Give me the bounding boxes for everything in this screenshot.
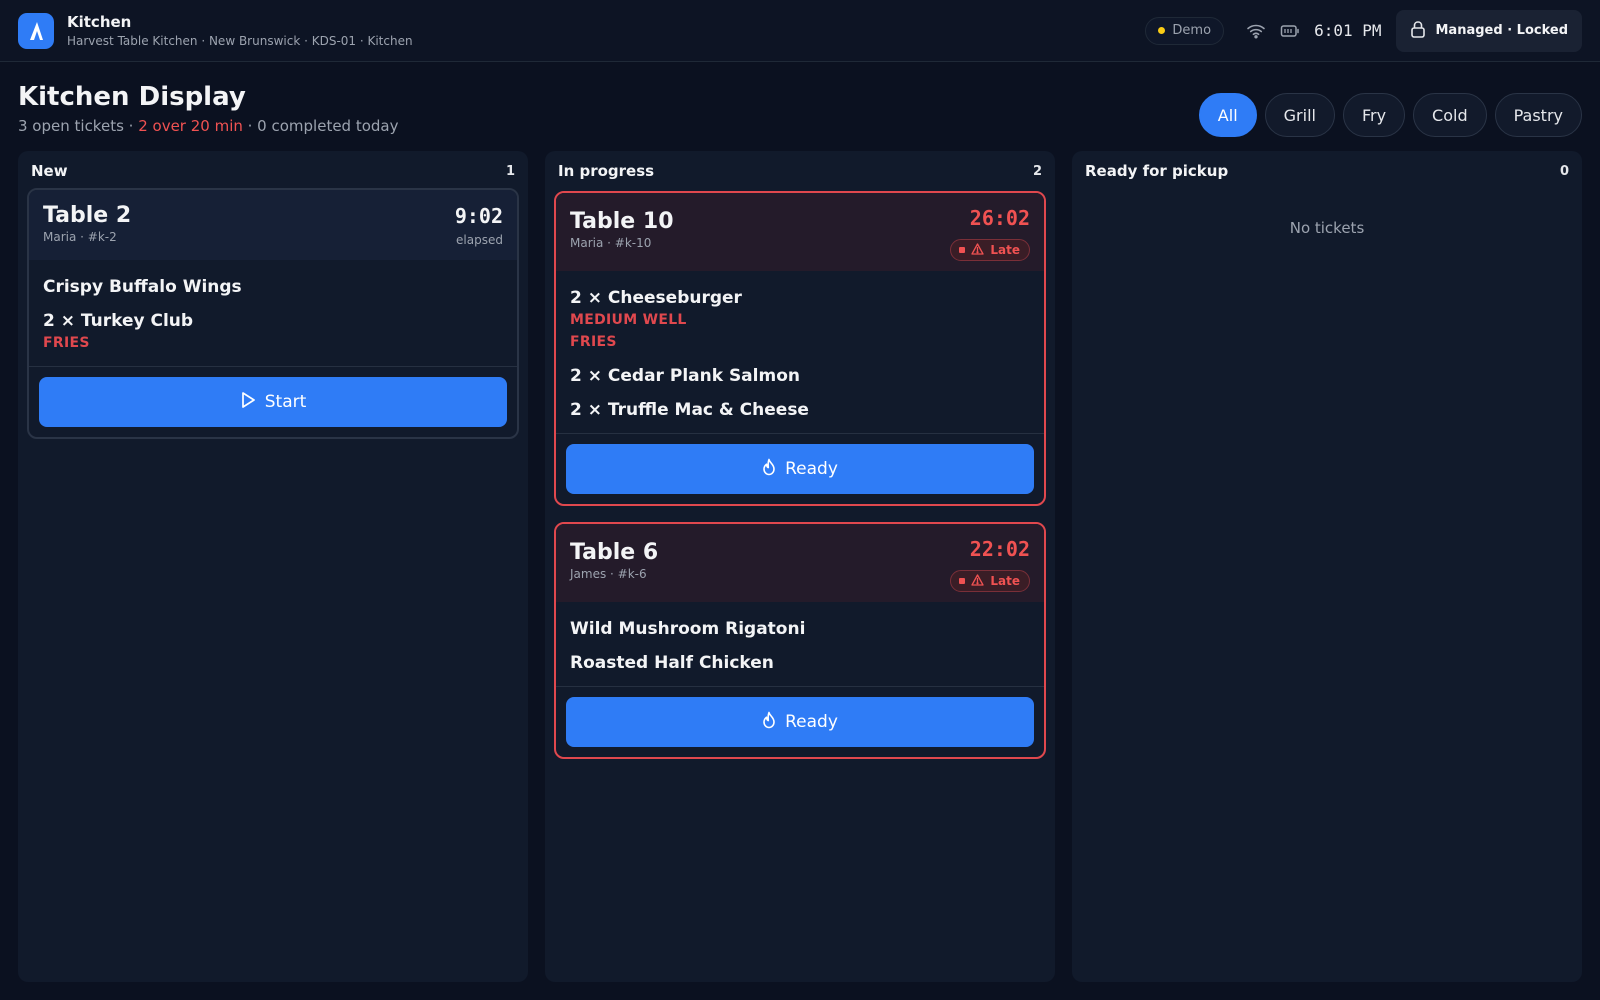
ready-button-label: Ready [785,459,838,479]
lock-icon [1410,20,1426,42]
column-header: New 1 [31,151,515,191]
ticket-item: 2 × Cedar Plank Salmon [570,365,1030,387]
item-name: 2 × Cedar Plank Salmon [570,366,800,386]
ticket-item: 2 × Turkey Club FRIES [43,310,503,354]
column-in-progress: In progress 2 Table 10 Maria · #k-10 26:… [545,151,1055,982]
ticket-timer: 26:02 [969,206,1030,230]
late-badge: Late [950,570,1030,592]
open-tickets-text: 3 open tickets · [18,117,139,135]
managed-label: Managed · Locked [1435,23,1569,38]
flame-icon [762,711,776,734]
app-subtitle: Harvest Table Kitchen · New Brunswick · … [67,34,413,48]
ready-button[interactable]: Ready [566,444,1034,494]
ticket-header: Table 6 James · #k-6 22:02 Late [556,524,1044,602]
ticket-items: 2 × Cheeseburger MEDIUM WELL FRIES 2 × C… [556,271,1044,434]
warning-icon [971,573,985,589]
column-header: In progress 2 [558,151,1042,191]
app-title: Kitchen [67,13,132,31]
late-square-icon [959,247,966,253]
filter-cold-button[interactable]: Cold [1413,93,1487,137]
item-modifier: FRIES [570,334,617,350]
battery-icon [1280,24,1300,38]
ready-button-label: Ready [785,712,838,732]
demo-label: Demo [1172,23,1212,38]
column-count: 2 [1032,163,1042,179]
ticket-header: Table 10 Maria · #k-10 26:02 Late [556,193,1044,271]
late-badge-label: Late [990,574,1020,588]
column-ready-for-pickup: Ready for pickup 0 No tickets [1072,151,1582,982]
demo-dot-icon [1158,27,1166,34]
app-logo-icon [18,12,54,49]
ticket-action-area: Start [29,367,517,437]
ticket-item: Wild Mushroom Rigatoni [570,618,1030,640]
late-tickets-text: 2 over 20 min [138,117,243,135]
ticket-table: Table 6 [570,540,659,565]
warning-icon [971,242,985,258]
item-name: 2 × Truffle Mac & Cheese [570,400,809,420]
ticket-card: Table 10 Maria · #k-10 26:02 Late 2 × Ch… [554,191,1046,506]
filter-all-button[interactable]: All [1198,93,1257,137]
demo-badge: Demo [1145,16,1225,45]
item-name: Roasted Half Chicken [570,653,774,673]
page-title: Kitchen Display [18,82,246,112]
play-icon [240,391,256,414]
empty-state-text: No tickets [1289,219,1365,237]
start-button[interactable]: Start [39,377,507,427]
topbar-status-area: Demo 6:01 PM Managed · Locked [1145,9,1582,52]
late-square-icon [959,578,966,584]
item-modifier: MEDIUM WELL [570,312,687,328]
late-badge-label: Late [990,243,1020,257]
ticket-action-area: Ready [556,687,1044,757]
ticket-table: Table 2 [43,203,132,228]
ticket-items: Wild Mushroom Rigatoni Roasted Half Chic… [556,602,1044,687]
station-filter-group: All Grill Fry Cold Pastry [1198,93,1582,137]
column-title: In progress [558,162,655,180]
filter-grill-button[interactable]: Grill [1264,93,1335,137]
item-name: 2 × Turkey Club [43,311,194,331]
app-titles: Kitchen Harvest Table Kitchen · New Brun… [67,13,413,48]
column-title: New [31,162,68,180]
ticket-timer: 9:02 [454,204,503,228]
ready-button[interactable]: Ready [566,697,1034,747]
column-count: 0 [1559,163,1569,179]
clock: 6:01 PM [1314,21,1382,40]
column-header: Ready for pickup 0 [1085,151,1569,191]
page-summary: 3 open tickets · 2 over 20 min · 0 compl… [18,117,399,135]
column-title: Ready for pickup [1085,162,1229,180]
ticket-elapsed-label: elapsed [456,233,503,247]
managed-lock-button[interactable]: Managed · Locked [1395,9,1582,52]
ticket-items: Crispy Buffalo Wings 2 × Turkey Club FRI… [29,260,517,367]
filter-fry-button[interactable]: Fry [1342,93,1406,137]
wifi-icon [1246,23,1266,39]
ticket-item: Crispy Buffalo Wings [43,276,503,298]
flame-icon [762,458,776,481]
ticket-action-area: Ready [556,434,1044,504]
ticket-item: 2 × Truffle Mac & Cheese [570,399,1030,421]
ticket-meta: Maria · #k-2 [43,230,117,244]
late-badge: Late [950,239,1030,261]
ticket-table: Table 10 [570,209,674,234]
item-modifier: FRIES [43,335,90,351]
ticket-item: 2 × Cheeseburger MEDIUM WELL FRIES [570,287,1030,353]
filter-pastry-button[interactable]: Pastry [1494,93,1582,137]
ticket-card: Table 6 James · #k-6 22:02 Late Wild Mus… [554,522,1046,759]
ticket-header: Table 2 Maria · #k-2 9:02 elapsed [29,190,517,260]
top-bar: Kitchen Harvest Table Kitchen · New Brun… [0,0,1600,62]
item-name: Crispy Buffalo Wings [43,277,242,297]
column-count: 1 [505,163,515,179]
item-name: 2 × Cheeseburger [570,288,742,308]
item-name: Wild Mushroom Rigatoni [570,619,806,639]
ticket-item: Roasted Half Chicken [570,652,1030,674]
column-new: New 1 Table 2 Maria · #k-2 9:02 elapsed … [18,151,528,982]
ticket-timer: 22:02 [969,537,1030,561]
start-button-label: Start [264,392,307,412]
ticket-card: Table 2 Maria · #k-2 9:02 elapsed Crispy… [27,188,519,439]
completed-text: · 0 completed today [242,117,399,135]
